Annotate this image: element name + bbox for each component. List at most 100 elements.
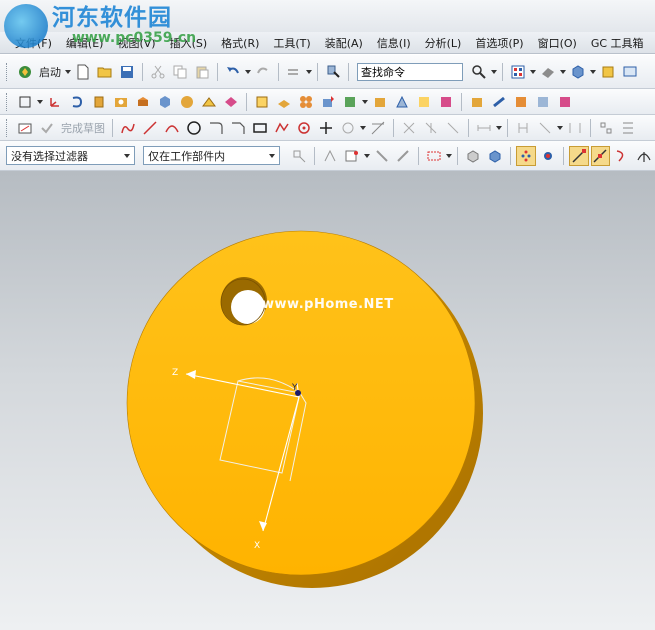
constraint-icon[interactable] <box>399 118 419 138</box>
save-icon[interactable] <box>117 62 137 82</box>
face-rule-icon[interactable] <box>394 146 414 166</box>
menu-tools[interactable]: 工具(T) <box>266 35 317 51</box>
pull-face-icon[interactable] <box>489 92 509 112</box>
select-solid-icon[interactable] <box>485 146 505 166</box>
repeat-dropdown-arrow[interactable] <box>305 62 313 82</box>
snap-midpoint-icon[interactable] <box>590 145 611 166</box>
replace-face-icon[interactable] <box>511 92 531 112</box>
sketch-icon[interactable] <box>15 118 35 138</box>
subtract-icon[interactable] <box>318 92 338 112</box>
search-dropdown-arrow[interactable] <box>490 62 498 82</box>
wcs-origin-point[interactable] <box>295 390 301 396</box>
point-icon[interactable] <box>294 118 314 138</box>
menu-format[interactable]: 格式(R) <box>214 35 266 51</box>
delete-face-icon[interactable] <box>533 92 553 112</box>
draft-icon[interactable] <box>414 92 434 112</box>
touch-mode-icon[interactable] <box>323 62 343 82</box>
block-icon[interactable] <box>155 92 175 112</box>
auto-constraint-icon[interactable] <box>421 118 441 138</box>
boolean-dropdown-arrow[interactable] <box>361 92 369 112</box>
mirror-icon[interactable] <box>252 92 272 112</box>
convert-reference-icon[interactable] <box>535 118 555 138</box>
show-constraints-icon[interactable] <box>443 118 463 138</box>
snap-point-icon[interactable] <box>515 145 536 166</box>
menu-assemblies[interactable]: 装配(A) <box>318 35 370 51</box>
profile-icon[interactable] <box>118 118 138 138</box>
revolve-icon[interactable] <box>67 92 87 112</box>
menu-window[interactable]: 窗口(O) <box>531 35 584 51</box>
dimension-dropdown-arrow[interactable] <box>495 118 503 138</box>
menu-analysis[interactable]: 分析(L) <box>418 35 469 51</box>
snap-intersection-icon[interactable] <box>634 146 654 166</box>
polygon-icon[interactable] <box>272 118 292 138</box>
render-style-icon[interactable] <box>538 62 558 82</box>
sketch-settings-icon[interactable] <box>596 118 616 138</box>
display-icon[interactable] <box>620 62 640 82</box>
toolbar-grip[interactable] <box>6 118 10 137</box>
quick-trim-icon[interactable] <box>368 118 388 138</box>
rectangle-select-icon[interactable] <box>424 146 444 166</box>
finish-sketch-icon[interactable] <box>37 118 57 138</box>
redo-icon[interactable] <box>253 62 273 82</box>
crosshair-icon[interactable] <box>316 118 336 138</box>
command-finder-input[interactable] <box>357 62 463 81</box>
start-icon[interactable] <box>15 62 35 82</box>
boss-icon[interactable] <box>133 92 153 112</box>
chamfer-sketch-icon[interactable] <box>228 118 248 138</box>
search-icon[interactable] <box>469 62 489 82</box>
start-dropdown-arrow[interactable] <box>64 62 72 82</box>
curve-rule-icon[interactable] <box>372 146 392 166</box>
menu-preferences[interactable]: 首选项(P) <box>468 35 530 51</box>
layout-icon[interactable] <box>508 62 528 82</box>
fillet-icon[interactable] <box>206 118 226 138</box>
graphics-viewport[interactable]: Z X Y www.pHome.NET <box>0 171 655 630</box>
toolbar-grip[interactable] <box>6 92 10 111</box>
layout-dropdown-arrow[interactable] <box>529 62 537 82</box>
repeat-command-icon[interactable] <box>284 62 304 82</box>
copy-icon[interactable] <box>170 62 190 82</box>
datum-csys-icon[interactable] <box>45 92 65 112</box>
new-file-icon[interactable] <box>73 62 93 82</box>
snap-endpoint-icon[interactable] <box>568 145 589 166</box>
feature-dropdown-arrow[interactable] <box>363 146 371 166</box>
dimension-icon[interactable] <box>474 118 494 138</box>
start-button[interactable]: 启动 <box>36 62 64 82</box>
pattern-icon[interactable] <box>274 92 294 112</box>
paste-icon[interactable] <box>192 62 212 82</box>
model-scene[interactable]: Z X Y <box>0 171 655 630</box>
unite-icon[interactable] <box>296 92 316 112</box>
menu-gc-toolkit[interactable]: GC 工具箱 <box>584 35 651 51</box>
select-feature-icon[interactable] <box>342 146 362 166</box>
fit-icon[interactable] <box>598 62 618 82</box>
offset-dropdown-arrow[interactable] <box>359 118 367 138</box>
edge-blend-icon[interactable] <box>199 92 219 112</box>
fix-icon[interactable] <box>513 118 533 138</box>
circle-icon[interactable] <box>184 118 204 138</box>
point-snap-settings-icon[interactable] <box>538 146 558 166</box>
convert-dropdown-arrow[interactable] <box>556 118 564 138</box>
line-icon[interactable] <box>140 118 160 138</box>
selection-intent-icon[interactable] <box>320 146 340 166</box>
scope-filter-select[interactable]: 仅在工作部件内 <box>143 146 281 165</box>
finish-sketch-button[interactable]: 完成草图 <box>58 118 108 138</box>
general-selection-icon[interactable] <box>289 146 309 166</box>
chamfer-icon[interactable] <box>221 92 241 112</box>
rectangle-select-dropdown-arrow[interactable] <box>445 146 453 166</box>
disk-hole[interactable] <box>220 277 267 326</box>
view-orient-icon[interactable] <box>568 62 588 82</box>
sphere-icon[interactable] <box>177 92 197 112</box>
hole-icon[interactable] <box>111 92 131 112</box>
alternate-solution-icon[interactable] <box>565 118 585 138</box>
shell-icon[interactable] <box>392 92 412 112</box>
select-rect-icon[interactable] <box>15 92 35 112</box>
intersect-icon[interactable] <box>340 92 360 112</box>
menu-information[interactable]: 信息(I) <box>370 35 418 51</box>
undo-icon[interactable] <box>223 62 243 82</box>
open-folder-icon[interactable] <box>95 62 115 82</box>
type-filter-select[interactable]: 没有选择过滤器 <box>6 146 136 165</box>
offset-face-icon[interactable] <box>436 92 456 112</box>
disk-top-face[interactable] <box>126 230 476 576</box>
synchronous-move-icon[interactable] <box>467 92 487 112</box>
undo-dropdown-arrow[interactable] <box>244 62 252 82</box>
select-dropdown-arrow[interactable] <box>36 92 44 112</box>
